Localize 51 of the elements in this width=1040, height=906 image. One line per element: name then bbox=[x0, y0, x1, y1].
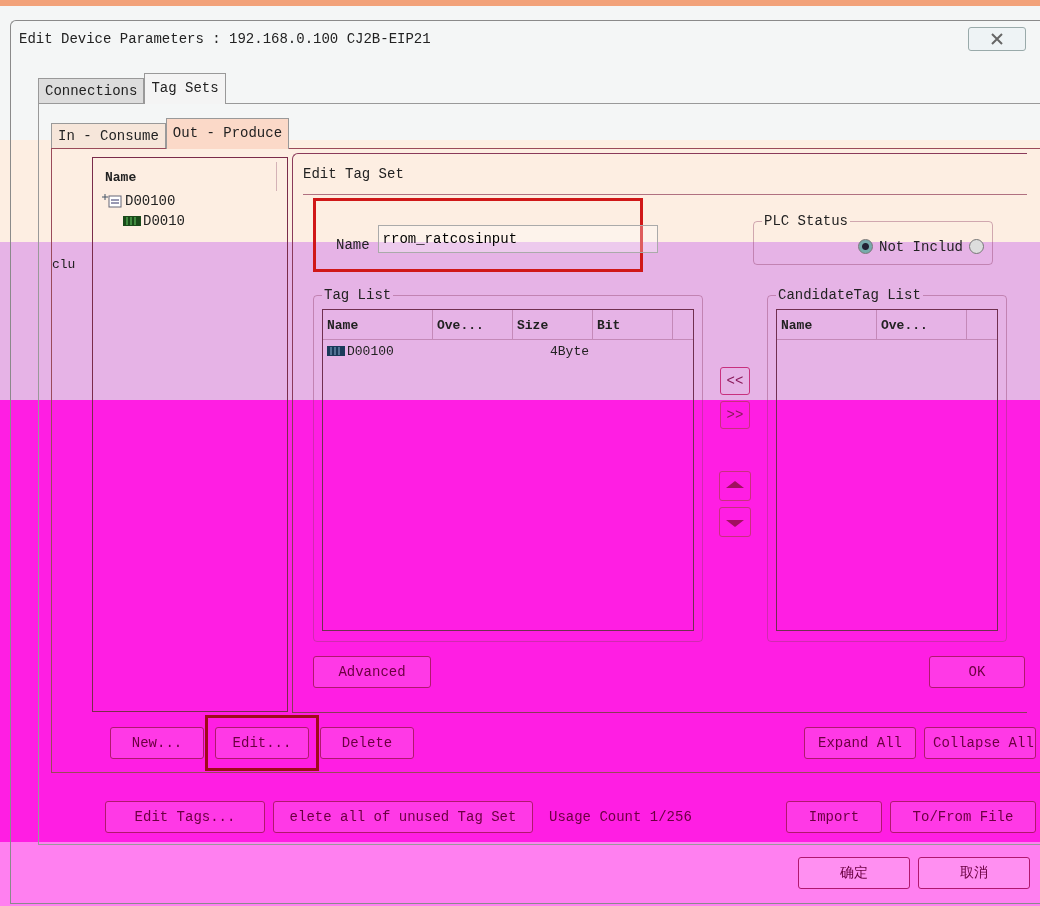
tree-item[interactable]: D0010 bbox=[143, 213, 185, 229]
action-button[interactable]: elete all of unused Tag Set bbox=[273, 801, 533, 833]
column-header[interactable]: Ove... bbox=[877, 310, 967, 339]
tag-icon bbox=[123, 215, 141, 227]
table-cell: D00100 bbox=[347, 343, 394, 359]
move-button[interactable]: << bbox=[720, 367, 750, 395]
list-button[interactable]: Edit... bbox=[215, 727, 309, 759]
tag-set-list[interactable]: Name D00100 D0010 bbox=[92, 157, 288, 712]
radio-button[interactable] bbox=[858, 239, 873, 254]
radio-label[interactable]: Not Includ bbox=[879, 238, 963, 255]
tab[interactable]: In - Consume bbox=[51, 123, 166, 148]
column-header[interactable]: Ove... bbox=[433, 310, 513, 339]
file-button[interactable]: To/From File bbox=[890, 801, 1036, 833]
name-field[interactable]: rrom_ratcosinput bbox=[377, 225, 658, 253]
tree-item[interactable]: D00100 bbox=[125, 193, 176, 209]
background-window-text: clu bbox=[52, 257, 76, 272]
close-icon bbox=[990, 33, 1004, 45]
radio-button[interactable] bbox=[969, 239, 984, 254]
group-label: Tag List bbox=[323, 287, 393, 303]
window-title: Edit Device Parameters : 192.168.0.100 CJ2B-EIP21 bbox=[19, 31, 432, 47]
tree-button[interactable]: Collapse All bbox=[924, 727, 1036, 759]
tab[interactable]: Out - Produce bbox=[165, 118, 290, 149]
group-label: CandidateTag List bbox=[777, 287, 922, 303]
list-button[interactable]: Delete bbox=[320, 727, 414, 759]
action-button[interactable]: Edit Tags... bbox=[105, 801, 265, 833]
column-header[interactable]: Name bbox=[323, 310, 433, 339]
tab[interactable]: Tag Sets bbox=[144, 73, 226, 104]
field-label: Name bbox=[336, 237, 370, 253]
candidate-tag-table[interactable]: Name Ove... bbox=[776, 309, 998, 631]
dialog-button[interactable]: 取消 bbox=[918, 857, 1030, 889]
column-header[interactable]: Name bbox=[777, 310, 877, 339]
tag-list-table[interactable]: Name Ove... Size Bit D00100 4Byte bbox=[322, 309, 694, 631]
dialog-button[interactable]: 确定 bbox=[798, 857, 910, 889]
advanced-button[interactable]: Advanced bbox=[313, 656, 431, 688]
move-down-button[interactable] bbox=[719, 507, 751, 537]
dialog-title: Edit Tag Set bbox=[303, 166, 404, 182]
column-header[interactable]: Size bbox=[513, 310, 593, 339]
close-button[interactable] bbox=[968, 27, 1026, 51]
file-button[interactable]: Import bbox=[786, 801, 882, 833]
column-header[interactable]: Name bbox=[101, 162, 277, 191]
table-cell: 4Byte bbox=[550, 343, 589, 359]
move-up-button[interactable] bbox=[719, 471, 751, 501]
ok-button[interactable]: OK bbox=[929, 656, 1025, 688]
column-header[interactable]: Bit bbox=[593, 310, 673, 339]
group-label: PLC Status bbox=[763, 213, 849, 229]
usage-count: Usage Count 1/256 bbox=[549, 809, 692, 825]
list-button[interactable]: New... bbox=[110, 727, 204, 759]
tag-icon bbox=[327, 345, 345, 357]
tree-button[interactable]: Expand All bbox=[804, 727, 916, 759]
tab[interactable]: Connections bbox=[38, 78, 145, 103]
folder-list-icon bbox=[101, 193, 123, 209]
